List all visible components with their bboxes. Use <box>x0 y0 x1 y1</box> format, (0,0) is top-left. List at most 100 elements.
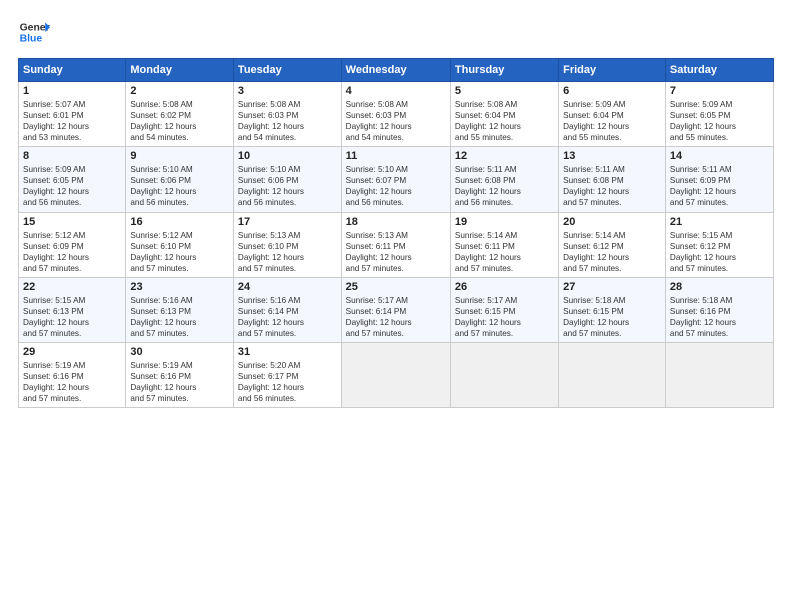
day-number: 29 <box>23 346 121 358</box>
day-detail: Sunrise: 5:09 AM Sunset: 6:05 PM Dayligh… <box>670 99 769 143</box>
calendar-day-cell: 8Sunrise: 5:09 AM Sunset: 6:05 PM Daylig… <box>19 147 126 212</box>
day-number: 16 <box>130 216 229 228</box>
calendar-day-cell: 11 Sunrise: 5:10 AM Sunset: 6:07 PM Dayli… <box>341 147 450 212</box>
day-detail: Sunrise: 5:15 AM Sunset: 6:12 PM Dayligh… <box>670 230 769 274</box>
day-number: 10 <box>238 150 337 162</box>
calendar-week-row: 8Sunrise: 5:09 AM Sunset: 6:05 PM Daylig… <box>19 147 774 212</box>
calendar-day-cell: 10 Sunrise: 5:10 AM Sunset: 6:06 PM Dayli… <box>233 147 341 212</box>
day-number: 23 <box>130 281 229 293</box>
calendar-day-cell: 23Sunrise: 5:16 AM Sunset: 6:13 PM Dayli… <box>126 277 234 342</box>
day-of-week-header: Thursday <box>450 59 558 82</box>
day-detail: Sunrise: 5:11 AM Sunset: 6:09 PM Dayligh… <box>670 164 769 208</box>
page: General Blue SundayMondayTuesdayWednesda… <box>0 0 792 612</box>
header: General Blue <box>18 16 774 48</box>
svg-text:Blue: Blue <box>20 34 43 45</box>
day-number: 12 <box>455 150 554 162</box>
day-number: 8 <box>23 150 121 162</box>
calendar-week-row: 29 Sunrise: 5:19 AM Sunset: 6:16 PM Dayli… <box>19 343 774 408</box>
day-number: 7 <box>670 85 769 97</box>
day-of-week-header: Saturday <box>665 59 773 82</box>
calendar-day-cell <box>559 343 666 408</box>
calendar-day-cell: 26 Sunrise: 5:17 AM Sunset: 6:15 PM Dayli… <box>450 277 558 342</box>
day-detail: Sunrise: 5:12 AM Sunset: 6:10 PM Dayligh… <box>130 230 229 274</box>
calendar-day-cell: 25Sunrise: 5:17 AM Sunset: 6:14 PM Dayli… <box>341 277 450 342</box>
day-detail: Sunrise: 5:17 AM Sunset: 6:15 PM Dayligh… <box>455 295 554 339</box>
day-detail: Sunrise: 5:08 AM Sunset: 6:03 PM Dayligh… <box>238 99 337 143</box>
calendar-week-row: 22Sunrise: 5:15 AM Sunset: 6:13 PM Dayli… <box>19 277 774 342</box>
calendar-day-cell: 14Sunrise: 5:11 AM Sunset: 6:09 PM Dayli… <box>665 147 773 212</box>
calendar-day-cell: 6 Sunrise: 5:09 AM Sunset: 6:04 PM Daylig… <box>559 82 666 147</box>
calendar-day-cell: 4 Sunrise: 5:08 AM Sunset: 6:03 PM Daylig… <box>341 82 450 147</box>
day-detail: Sunrise: 5:19 AM Sunset: 6:16 PM Dayligh… <box>130 360 229 404</box>
day-detail: Sunrise: 5:18 AM Sunset: 6:15 PM Dayligh… <box>563 295 661 339</box>
day-number: 17 <box>238 216 337 228</box>
day-of-week-header: Monday <box>126 59 234 82</box>
calendar-day-cell: 18 Sunrise: 5:13 AM Sunset: 6:11 PM Dayli… <box>341 212 450 277</box>
calendar-day-cell: 28Sunrise: 5:18 AM Sunset: 6:16 PM Dayli… <box>665 277 773 342</box>
day-detail: Sunrise: 5:19 AM Sunset: 6:16 PM Dayligh… <box>23 360 121 404</box>
calendar-day-cell: 19Sunrise: 5:14 AM Sunset: 6:11 PM Dayli… <box>450 212 558 277</box>
calendar-day-cell: 27Sunrise: 5:18 AM Sunset: 6:15 PM Dayli… <box>559 277 666 342</box>
calendar-day-cell: 24 Sunrise: 5:16 AM Sunset: 6:14 PM Dayli… <box>233 277 341 342</box>
calendar-day-cell: 15 Sunrise: 5:12 AM Sunset: 6:09 PM Dayli… <box>19 212 126 277</box>
day-number: 1 <box>23 85 121 97</box>
day-detail: Sunrise: 5:17 AM Sunset: 6:14 PM Dayligh… <box>346 295 446 339</box>
day-detail: Sunrise: 5:15 AM Sunset: 6:13 PM Dayligh… <box>23 295 121 339</box>
day-detail: Sunrise: 5:10 AM Sunset: 6:07 PM Dayligh… <box>346 164 446 208</box>
day-detail: Sunrise: 5:14 AM Sunset: 6:12 PM Dayligh… <box>563 230 661 274</box>
calendar-day-cell: 29 Sunrise: 5:19 AM Sunset: 6:16 PM Dayli… <box>19 343 126 408</box>
calendar-header-row: SundayMondayTuesdayWednesdayThursdayFrid… <box>19 59 774 82</box>
day-number: 2 <box>130 85 229 97</box>
day-of-week-header: Tuesday <box>233 59 341 82</box>
calendar-day-cell: 9 Sunrise: 5:10 AM Sunset: 6:06 PM Daylig… <box>126 147 234 212</box>
day-number: 24 <box>238 281 337 293</box>
day-number: 9 <box>130 150 229 162</box>
day-number: 4 <box>346 85 446 97</box>
day-detail: Sunrise: 5:12 AM Sunset: 6:09 PM Dayligh… <box>23 230 121 274</box>
day-number: 11 <box>346 150 446 162</box>
day-number: 6 <box>563 85 661 97</box>
day-number: 26 <box>455 281 554 293</box>
day-detail: Sunrise: 5:20 AM Sunset: 6:17 PM Dayligh… <box>238 360 337 404</box>
day-number: 31 <box>238 346 337 358</box>
day-detail: Sunrise: 5:08 AM Sunset: 6:02 PM Dayligh… <box>130 99 229 143</box>
calendar-day-cell: 16 Sunrise: 5:12 AM Sunset: 6:10 PM Dayli… <box>126 212 234 277</box>
day-number: 30 <box>130 346 229 358</box>
day-of-week-header: Sunday <box>19 59 126 82</box>
day-detail: Sunrise: 5:11 AM Sunset: 6:08 PM Dayligh… <box>563 164 661 208</box>
day-number: 5 <box>455 85 554 97</box>
calendar-day-cell: 1 Sunrise: 5:07 AM Sunset: 6:01 PM Daylig… <box>19 82 126 147</box>
day-of-week-header: Friday <box>559 59 666 82</box>
calendar-day-cell: 2 Sunrise: 5:08 AM Sunset: 6:02 PM Daylig… <box>126 82 234 147</box>
day-of-week-header: Wednesday <box>341 59 450 82</box>
day-number: 3 <box>238 85 337 97</box>
day-detail: Sunrise: 5:10 AM Sunset: 6:06 PM Dayligh… <box>238 164 337 208</box>
day-detail: Sunrise: 5:13 AM Sunset: 6:11 PM Dayligh… <box>346 230 446 274</box>
day-detail: Sunrise: 5:16 AM Sunset: 6:14 PM Dayligh… <box>238 295 337 339</box>
day-detail: Sunrise: 5:08 AM Sunset: 6:03 PM Dayligh… <box>346 99 446 143</box>
day-detail: Sunrise: 5:18 AM Sunset: 6:16 PM Dayligh… <box>670 295 769 339</box>
day-detail: Sunrise: 5:08 AM Sunset: 6:04 PM Dayligh… <box>455 99 554 143</box>
day-detail: Sunrise: 5:07 AM Sunset: 6:01 PM Dayligh… <box>23 99 121 143</box>
calendar-table: SundayMondayTuesdayWednesdayThursdayFrid… <box>18 58 774 408</box>
calendar-day-cell: 3 Sunrise: 5:08 AM Sunset: 6:03 PM Daylig… <box>233 82 341 147</box>
calendar-day-cell: 31 Sunrise: 5:20 AM Sunset: 6:17 PM Dayli… <box>233 343 341 408</box>
calendar-day-cell: 20 Sunrise: 5:14 AM Sunset: 6:12 PM Dayli… <box>559 212 666 277</box>
day-detail: Sunrise: 5:14 AM Sunset: 6:11 PM Dayligh… <box>455 230 554 274</box>
day-detail: Sunrise: 5:09 AM Sunset: 6:04 PM Dayligh… <box>563 99 661 143</box>
day-number: 18 <box>346 216 446 228</box>
calendar-day-cell <box>665 343 773 408</box>
calendar-day-cell: 5 Sunrise: 5:08 AM Sunset: 6:04 PM Daylig… <box>450 82 558 147</box>
day-detail: Sunrise: 5:10 AM Sunset: 6:06 PM Dayligh… <box>130 164 229 208</box>
calendar-day-cell: 21 Sunrise: 5:15 AM Sunset: 6:12 PM Dayli… <box>665 212 773 277</box>
calendar-day-cell: 30 Sunrise: 5:19 AM Sunset: 6:16 PM Dayli… <box>126 343 234 408</box>
day-number: 13 <box>563 150 661 162</box>
day-number: 20 <box>563 216 661 228</box>
day-number: 15 <box>23 216 121 228</box>
calendar-day-cell: 7 Sunrise: 5:09 AM Sunset: 6:05 PM Daylig… <box>665 82 773 147</box>
calendar-day-cell <box>450 343 558 408</box>
day-number: 21 <box>670 216 769 228</box>
calendar-week-row: 1 Sunrise: 5:07 AM Sunset: 6:01 PM Daylig… <box>19 82 774 147</box>
logo-icon: General Blue <box>18 16 50 48</box>
day-detail: Sunrise: 5:13 AM Sunset: 6:10 PM Dayligh… <box>238 230 337 274</box>
